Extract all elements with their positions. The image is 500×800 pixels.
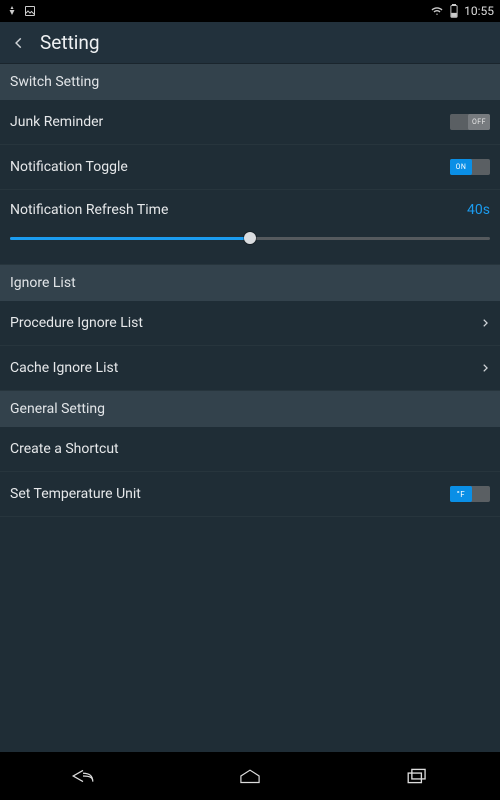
- app-header: Setting: [0, 22, 500, 64]
- gallery-icon: [24, 5, 36, 17]
- row-junk-reminder[interactable]: Junk Reminder OFF: [0, 100, 500, 145]
- back-button[interactable]: [12, 33, 26, 53]
- refresh-time-slider[interactable]: [10, 228, 490, 248]
- section-ignore-list: Ignore List: [0, 265, 500, 301]
- temperature-unit-toggle[interactable]: °F: [450, 486, 490, 502]
- row-notification-toggle[interactable]: Notification Toggle ON: [0, 145, 500, 190]
- toggle-state: ON: [450, 159, 472, 175]
- row-label: Notification Refresh Time: [10, 202, 467, 218]
- slider-thumb[interactable]: [244, 232, 256, 244]
- row-label: Create a Shortcut: [10, 441, 490, 457]
- refresh-time-value: 40s: [467, 202, 490, 218]
- row-label: Junk Reminder: [10, 114, 450, 130]
- row-cache-ignore-list[interactable]: Cache Ignore List: [0, 346, 500, 391]
- settings-content: Switch Setting Junk Reminder OFF Notific…: [0, 64, 500, 752]
- row-label: Notification Toggle: [10, 159, 450, 175]
- row-label: Cache Ignore List: [10, 360, 480, 376]
- wifi-icon: [430, 5, 444, 17]
- chevron-right-icon: [480, 316, 490, 330]
- battery-icon: [450, 4, 458, 18]
- nav-recent-button[interactable]: [387, 760, 447, 792]
- toggle-state: °F: [450, 486, 472, 502]
- nav-back-button[interactable]: [53, 760, 113, 792]
- notification-toggle[interactable]: ON: [450, 159, 490, 175]
- section-switch-setting: Switch Setting: [0, 64, 500, 100]
- chevron-right-icon: [480, 361, 490, 375]
- row-label: Set Temperature Unit: [10, 486, 450, 502]
- junk-reminder-toggle[interactable]: OFF: [450, 114, 490, 130]
- nav-home-button[interactable]: [220, 760, 280, 792]
- slider-track-fill: [10, 237, 250, 240]
- section-general-setting: General Setting: [0, 391, 500, 427]
- app-indicator-icon: [6, 5, 18, 17]
- row-set-temperature-unit[interactable]: Set Temperature Unit °F: [0, 472, 500, 517]
- row-refresh-time: Notification Refresh Time 40s: [0, 190, 500, 265]
- row-procedure-ignore-list[interactable]: Procedure Ignore List: [0, 301, 500, 346]
- system-nav-bar: [0, 752, 500, 800]
- row-create-shortcut[interactable]: Create a Shortcut: [0, 427, 500, 472]
- status-time: 10:55: [464, 4, 494, 18]
- status-bar: 10:55: [0, 0, 500, 22]
- row-label: Procedure Ignore List: [10, 315, 480, 331]
- toggle-state: OFF: [468, 114, 490, 130]
- page-title: Setting: [40, 31, 100, 54]
